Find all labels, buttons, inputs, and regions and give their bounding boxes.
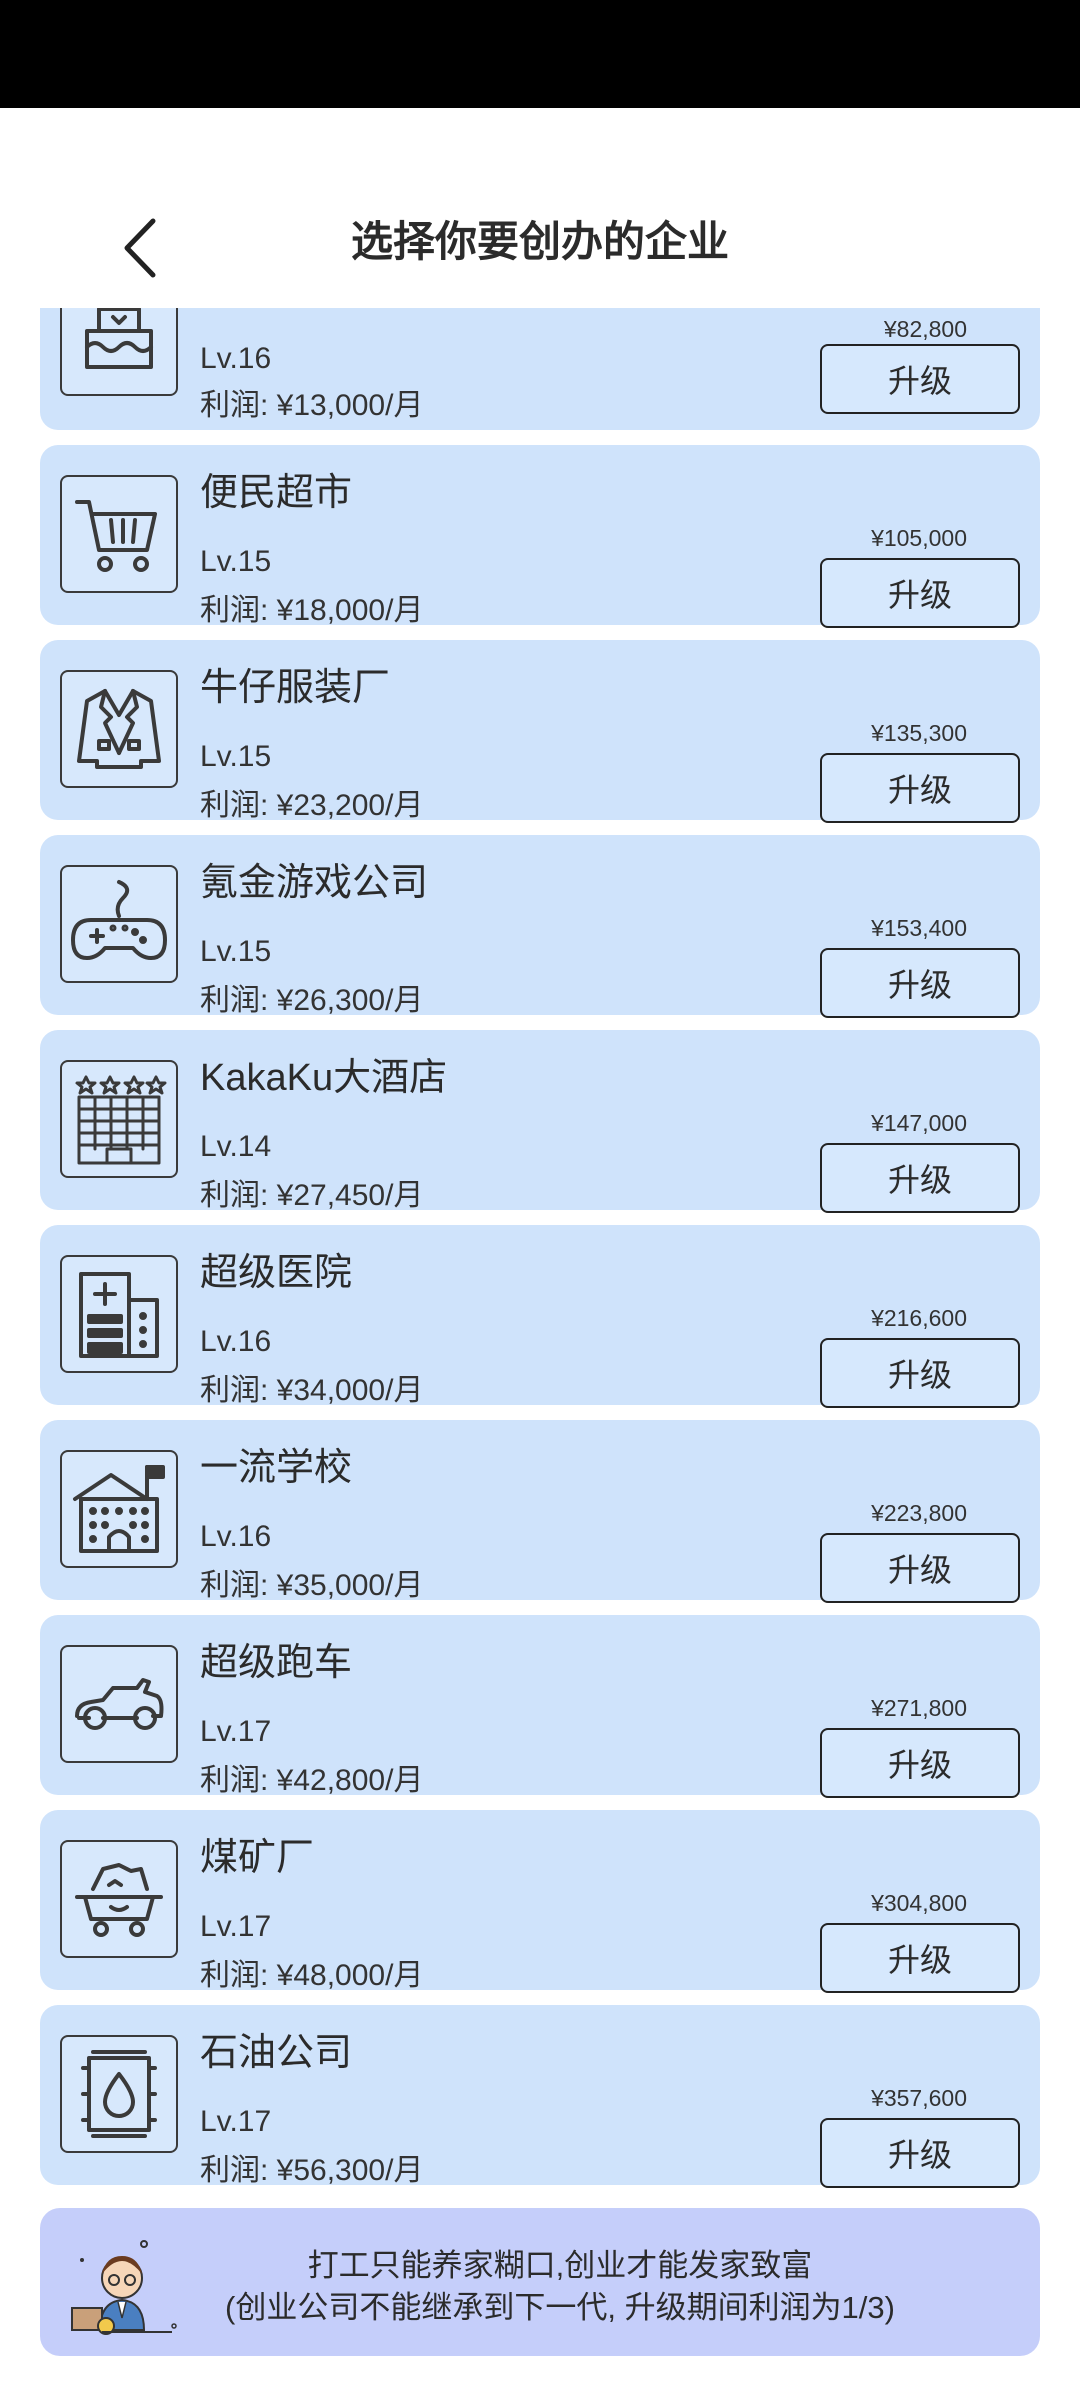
company-card: 超级医院 Lv.16 利润: ¥34,000/月 ¥216,600 升级 [40, 1225, 1040, 1408]
mine-cart-icon [60, 1840, 178, 1958]
company-level: Lv.15 [200, 545, 272, 578]
company-level: Lv.17 [200, 2105, 272, 2138]
company-profit: 利润: ¥48,000/月 [200, 1959, 424, 1992]
upgrade-price: ¥271,800 [871, 1695, 967, 1721]
banner-line-1: 打工只能养家糊口,创业才能发家致富 [307, 2248, 813, 2283]
company-profit: 利润: ¥23,200/月 [200, 789, 424, 822]
sports-car-icon [60, 1645, 178, 1763]
company-level: Lv.16 [200, 1520, 272, 1553]
company-name: 便民超市 [200, 472, 353, 514]
company-profit: 利润: ¥34,000/月 [200, 1374, 424, 1407]
company-level: Lv.16 [200, 342, 272, 375]
page-title: 选择你要创办的企业 [350, 218, 729, 265]
upgrade-button[interactable]: 升级 [820, 1338, 1020, 1408]
upgrade-price: ¥135,300 [871, 720, 967, 746]
banner-line-2: (创业公司不能继承到下一代, 升级期间利润为1/3) [225, 2290, 895, 2325]
company-name: 一流学校 [200, 1447, 353, 1489]
upgrade-button[interactable]: 升级 [820, 1143, 1020, 1213]
company-name: 煤矿厂 [200, 1837, 315, 1879]
company-level: Lv.17 [200, 1910, 272, 1943]
info-banner: 打工只能养家糊口,创业才能发家致富 (创业公司不能继承到下一代, 升级期间利润为… [40, 2208, 1040, 2356]
company-name: 牛仔服装厂 [200, 667, 391, 709]
company-name: KakaKu大酒店 [200, 1057, 448, 1099]
upgrade-price: ¥357,600 [871, 2085, 967, 2111]
upgrade-price: ¥105,000 [871, 525, 967, 551]
upgrade-price: ¥304,800 [871, 1890, 967, 1916]
upgrade-price: ¥153,400 [871, 915, 967, 941]
upgrade-price: ¥147,000 [871, 1110, 967, 1136]
gamepad-icon [60, 865, 178, 983]
status-bar [0, 0, 1080, 108]
company-list-top-clip: Lv.16 利润: ¥13,000/月 ¥82,800 升级 [40, 308, 1040, 430]
company-card: 石油公司 Lv.17 利润: ¥56,300/月 ¥357,600 升级 [40, 2005, 1040, 2188]
school-icon [60, 1450, 178, 1568]
upgrade-button[interactable]: 升级 [820, 753, 1020, 823]
hotel-icon [60, 1060, 178, 1178]
upgrade-button[interactable]: 升级 [820, 344, 1020, 414]
upgrade-price: ¥82,800 [883, 316, 967, 342]
shopping-cart-icon [60, 475, 178, 593]
upgrade-button[interactable]: 升级 [820, 1923, 1020, 1993]
company-name: 氪金游戏公司 [200, 862, 429, 904]
upgrade-button[interactable]: 升级 [820, 1533, 1020, 1603]
company-level: Lv.16 [200, 1325, 272, 1358]
company-card: 煤矿厂 Lv.17 利润: ¥48,000/月 ¥304,800 升级 [40, 1810, 1040, 1993]
upgrade-button[interactable]: 升级 [820, 558, 1020, 628]
company-profit: 利润: ¥26,300/月 [200, 984, 424, 1017]
company-level: Lv.14 [200, 1130, 272, 1163]
hospital-icon [60, 1255, 178, 1373]
upgrade-button[interactable]: 升级 [820, 1728, 1020, 1798]
cake-icon [60, 308, 178, 396]
upgrade-price: ¥216,600 [871, 1305, 967, 1331]
company-card: 一流学校 Lv.16 利润: ¥35,000/月 ¥223,800 升级 [40, 1420, 1040, 1603]
company-profit: 利润: ¥56,300/月 [200, 2154, 424, 2187]
company-profit: 利润: ¥13,000/月 [200, 389, 424, 422]
upgrade-price: ¥223,800 [871, 1500, 967, 1526]
jacket-icon [60, 670, 178, 788]
company-card: 氪金游戏公司 Lv.15 利润: ¥26,300/月 ¥153,400 升级 [40, 835, 1040, 1018]
company-profit: 利润: ¥42,800/月 [200, 1764, 424, 1797]
company-level: Lv.15 [200, 740, 272, 773]
company-name: 石油公司 [200, 2032, 353, 2074]
company-name: 超级跑车 [200, 1642, 353, 1684]
company-card: 便民超市 Lv.15 利润: ¥18,000/月 ¥105,000 升级 [40, 445, 1040, 628]
header: 选择你要创办的企业 [0, 108, 1080, 308]
upgrade-button[interactable]: 升级 [820, 948, 1020, 1018]
company-level: Lv.15 [200, 935, 272, 968]
company-profit: 利润: ¥27,450/月 [200, 1179, 424, 1212]
company-card: Lv.16 利润: ¥13,000/月 ¥82,800 升级 [40, 308, 1040, 430]
upgrade-button[interactable]: 升级 [820, 2118, 1020, 2188]
company-name: 超级医院 [200, 1252, 353, 1294]
company-level: Lv.17 [200, 1715, 272, 1748]
company-profit: 利润: ¥18,000/月 [200, 594, 424, 627]
oil-barrel-icon [60, 2035, 178, 2153]
company-card: 牛仔服装厂 Lv.15 利润: ¥23,200/月 ¥135,300 升级 [40, 640, 1040, 823]
company-profit: 利润: ¥35,000/月 [200, 1569, 424, 1602]
company-card: KakaKu大酒店 Lv.14 利润: ¥27,450/月 ¥147,000 升… [40, 1030, 1040, 1213]
company-card: 超级跑车 Lv.17 利润: ¥42,800/月 ¥271,800 升级 [40, 1615, 1040, 1798]
